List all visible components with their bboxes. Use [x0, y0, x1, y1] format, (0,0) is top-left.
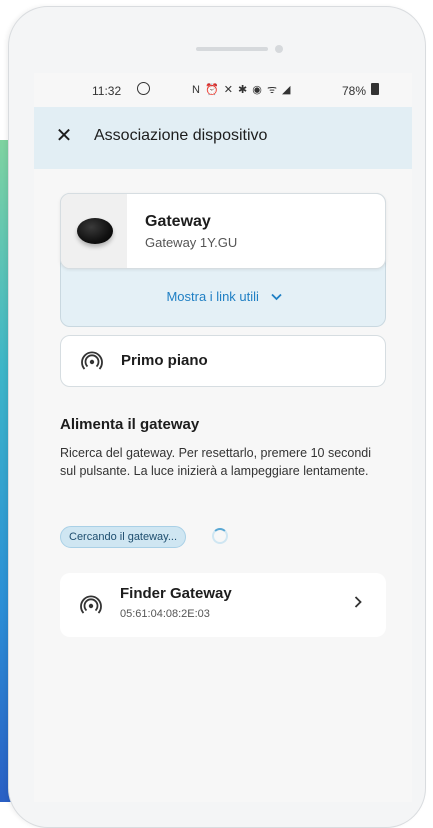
- status-icons: N ⏰ ✕ ✱ ◉ ᯤ ◢: [192, 84, 292, 96]
- room-selector[interactable]: Primo piano: [60, 335, 386, 387]
- search-status-badge: Cercando il gateway...: [60, 526, 187, 548]
- device-card: Gateway Gateway 1Y.GU Mostra i link util…: [60, 193, 386, 327]
- close-icon[interactable]: ✕: [54, 126, 74, 146]
- device-model: Gateway 1Y.GU: [145, 235, 238, 250]
- app-screen: 11:32 N ⏰ ✕ ✱ ◉ ᯤ ◢ 78% ✕ Associazione d…: [34, 73, 412, 802]
- found-gateway-item[interactable]: Finder Gateway 05:61:04:08:2E:03: [60, 573, 386, 637]
- device-name: Gateway: [145, 213, 211, 230]
- room-label: Primo piano: [121, 352, 208, 369]
- show-links-button[interactable]: Mostra i link utili: [61, 289, 387, 304]
- chevron-right-icon: [354, 595, 362, 611]
- status-bar: 11:32 N ⏰ ✕ ✱ ◉ ᯤ ◢ 78%: [34, 73, 412, 107]
- gateway-mac-address: 05:61:04:08:2E:03: [120, 608, 210, 620]
- section-description: Ricerca del gateway. Per resettarlo, pre…: [60, 446, 372, 478]
- phone-camera: [275, 45, 283, 53]
- device-image: [61, 194, 127, 268]
- app-bar: ✕ Associazione dispositivo: [34, 107, 412, 169]
- device-info: Gateway Gateway 1Y.GU: [60, 193, 386, 269]
- broadcast-icon: [80, 595, 102, 614]
- loading-spinner-icon: [212, 528, 228, 544]
- broadcast-icon: [81, 351, 103, 370]
- status-time: 11:32: [92, 84, 122, 98]
- page-title: Associazione dispositivo: [94, 127, 268, 144]
- battery-icon: [371, 83, 379, 95]
- phone-speaker: [196, 47, 268, 51]
- chevron-down-icon: [270, 292, 282, 304]
- battery-percent: 78%: [342, 84, 367, 98]
- gateway-device-icon: [77, 218, 113, 244]
- section-title: Alimenta il gateway: [60, 416, 200, 433]
- whatsapp-icon: [137, 82, 150, 95]
- show-links-label: Mostra i link utili: [166, 289, 259, 304]
- gateway-name: Finder Gateway: [120, 585, 232, 602]
